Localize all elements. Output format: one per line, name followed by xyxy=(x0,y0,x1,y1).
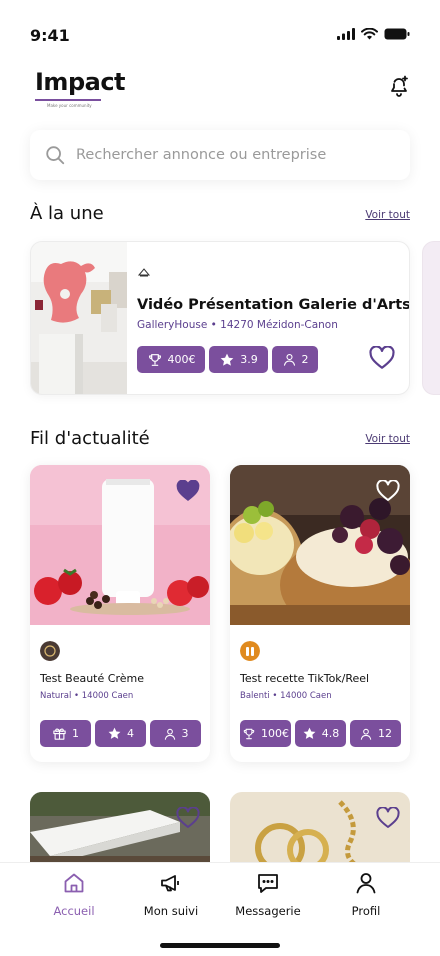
featured-card-image xyxy=(31,242,127,394)
featured-card-body: Vidéo Présentation Galerie d'Arts Galler… xyxy=(137,264,410,373)
featured-next-card-peek[interactable] xyxy=(422,241,440,395)
logo-tagline: Make your community xyxy=(47,103,92,108)
rating-value: 3.9 xyxy=(240,353,258,366)
feed-card[interactable]: Test Beauté Crème Natural • 14000 Caen 1… xyxy=(30,465,210,762)
heart-icon[interactable] xyxy=(376,480,400,502)
user-icon xyxy=(164,728,175,740)
feed-card-title: Test recette TikTok/Reel xyxy=(240,672,370,685)
star-icon xyxy=(108,727,121,739)
featured-card-subtitle: GalleryHouse • 14270 Mézidon-Canon xyxy=(137,319,338,331)
reward-value: 100€ xyxy=(261,727,289,740)
logo-wordmark: Impact xyxy=(35,68,126,96)
rating-badge: 4 xyxy=(95,720,146,747)
feed-card-partial[interactable] xyxy=(230,792,410,872)
app-logo: Impact Make your community xyxy=(35,68,126,108)
star-icon xyxy=(220,353,234,366)
status-bar: 9:41 xyxy=(0,0,440,60)
gift-value: 1 xyxy=(72,727,79,740)
battery-icon xyxy=(384,28,410,40)
feed-title: Fil d'actualité xyxy=(30,428,150,449)
feed-card-partial[interactable] xyxy=(30,792,210,872)
participants-value: 2 xyxy=(301,353,309,366)
search-icon xyxy=(46,146,65,165)
gallery-logo-icon xyxy=(137,268,151,277)
bottom-nav: Accueil Mon suivi Messagerie Profil xyxy=(0,862,440,956)
logo-underline xyxy=(35,99,101,101)
star-icon xyxy=(303,727,316,739)
user-icon xyxy=(356,873,376,894)
home-indicator xyxy=(160,943,280,948)
nav-item-profil[interactable]: Profil xyxy=(316,871,416,918)
feed-card[interactable]: Test recette TikTok/Reel Balenti • 14000… xyxy=(230,465,410,762)
heart-icon[interactable] xyxy=(176,807,200,829)
search-input[interactable] xyxy=(76,147,396,163)
brand-logo-icon xyxy=(40,641,60,661)
featured-card-title: Vidéo Présentation Galerie d'Arts xyxy=(137,297,410,313)
gift-badge: 1 xyxy=(40,720,91,747)
nav-label: Accueil xyxy=(53,904,95,918)
feed-card-subtitle: Natural • 14000 Caen xyxy=(40,691,134,701)
trophy-icon xyxy=(243,728,255,739)
nav-label: Profil xyxy=(351,904,381,918)
participants-value: 12 xyxy=(378,727,392,740)
user-icon xyxy=(360,728,372,740)
rating-badge: 4.8 xyxy=(295,720,346,747)
nav-item-messagerie[interactable]: Messagerie xyxy=(218,871,318,918)
featured-card[interactable]: Vidéo Présentation Galerie d'Arts Galler… xyxy=(30,241,410,395)
feed-see-all-link[interactable]: Voir tout xyxy=(365,433,410,445)
feed-card-title: Test Beauté Crème xyxy=(40,672,144,685)
nav-item-mon-suivi[interactable]: Mon suivi xyxy=(121,871,221,918)
rating-value: 4 xyxy=(127,727,134,740)
participants-badge: 12 xyxy=(350,720,401,747)
gift-icon xyxy=(53,728,66,740)
status-icons xyxy=(337,28,410,40)
feed-card-image xyxy=(30,792,210,872)
nav-label: Mon suivi xyxy=(143,904,199,918)
signal-icon xyxy=(337,28,355,40)
reward-value: 400€ xyxy=(167,353,196,366)
bell-plus-icon[interactable] xyxy=(387,74,411,98)
heart-icon[interactable] xyxy=(369,346,395,370)
feed-card-badges: 1 4 3 xyxy=(40,720,201,747)
home-icon xyxy=(64,873,84,893)
rating-badge: 3.9 xyxy=(209,346,268,373)
participants-value: 3 xyxy=(181,727,189,740)
participants-badge: 2 xyxy=(272,346,318,373)
brand-logo-icon xyxy=(240,641,260,661)
wifi-icon xyxy=(361,28,378,40)
reward-badge: 400€ xyxy=(137,346,205,373)
featured-title: À la une xyxy=(30,203,104,224)
feed-card-badges: 100€ 4.8 12 xyxy=(240,720,401,747)
reward-badge: 100€ xyxy=(240,720,291,747)
trophy-icon xyxy=(148,353,161,366)
status-time: 9:41 xyxy=(30,26,70,45)
feed-card-image xyxy=(230,792,410,872)
featured-see-all-link[interactable]: Voir tout xyxy=(365,209,410,221)
featured-card-badges: 400€ 3.9 2 xyxy=(137,346,401,373)
user-icon xyxy=(283,353,295,366)
rating-value: 4.8 xyxy=(321,727,340,740)
nav-label: Messagerie xyxy=(235,904,301,918)
megaphone-icon xyxy=(161,875,179,892)
heart-icon[interactable] xyxy=(376,807,400,829)
message-icon xyxy=(258,874,278,893)
search-bar[interactable] xyxy=(30,130,410,180)
heart-icon[interactable] xyxy=(176,480,200,502)
nav-item-accueil[interactable]: Accueil xyxy=(24,871,124,918)
feed-card-subtitle: Balenti • 14000 Caen xyxy=(240,691,332,701)
participants-badge: 3 xyxy=(150,720,201,747)
